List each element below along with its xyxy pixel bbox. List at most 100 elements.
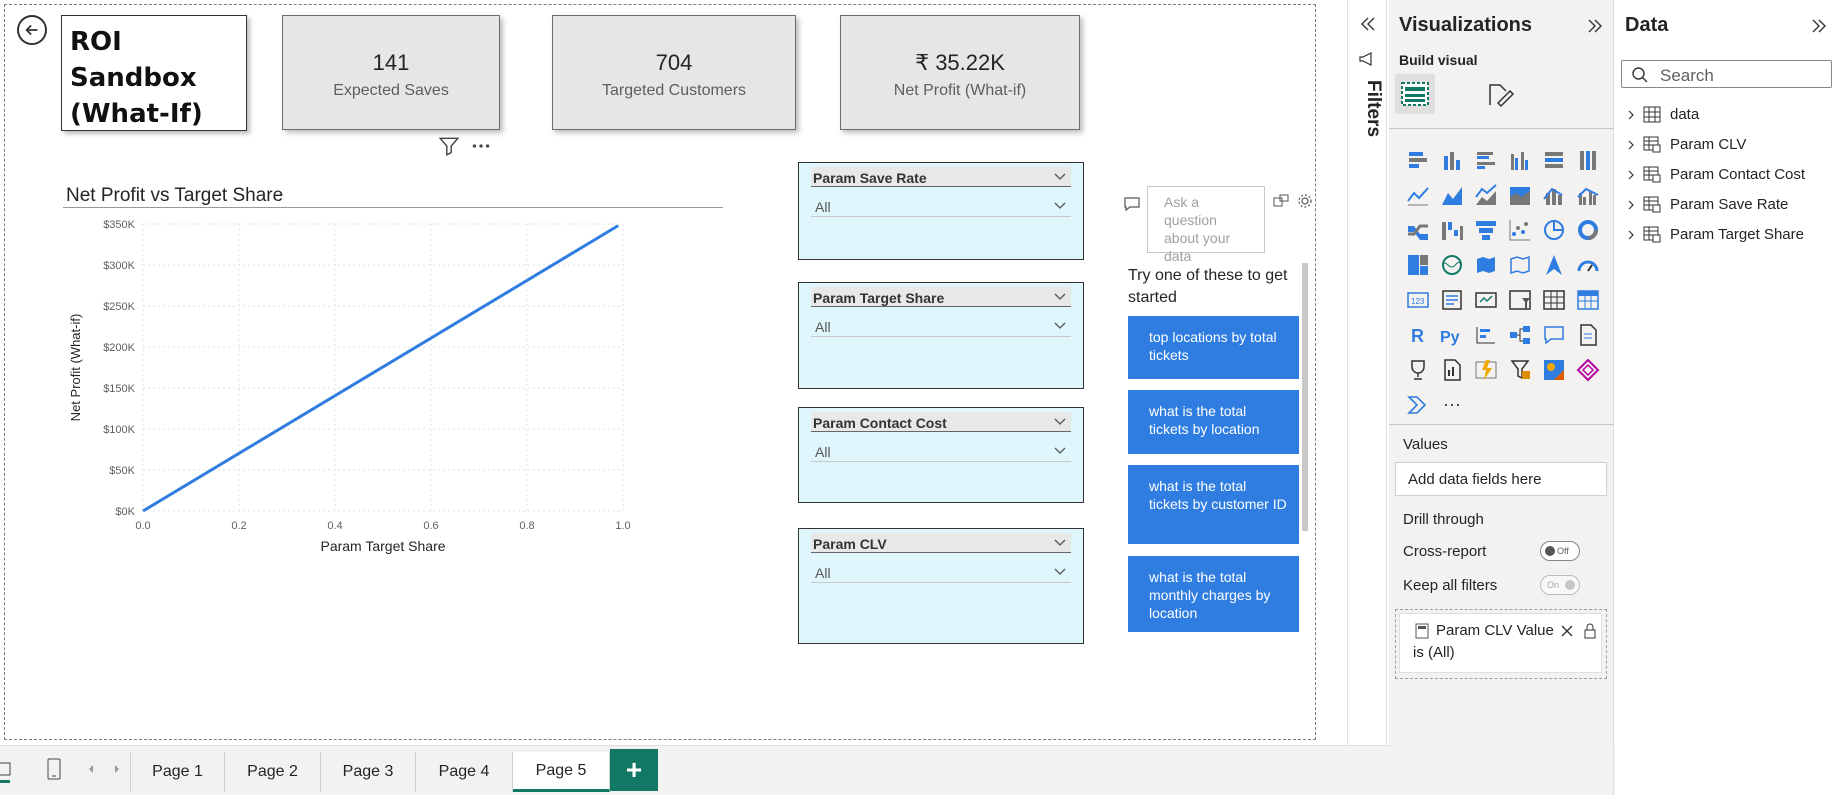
filled-map-icon[interactable] [1469, 247, 1503, 282]
page-tab-active[interactable]: Page 5 [513, 752, 610, 792]
keep-all-filters-toggle[interactable]: On [1540, 575, 1580, 595]
chevron-right-icon[interactable] [1625, 169, 1637, 181]
multi-row-card-icon[interactable] [1435, 282, 1469, 317]
build-visual-tab[interactable] [1395, 74, 1435, 114]
qa-suggestion-button[interactable]: what is the total monthly charges by loc… [1128, 556, 1299, 632]
qa-visual-icon[interactable] [1537, 317, 1571, 352]
page-tab[interactable]: Page 3 [321, 752, 416, 792]
100-stacked-bar-chart-icon[interactable] [1537, 142, 1571, 177]
stacked-bar-chart-icon[interactable] [1401, 142, 1435, 177]
chevron-right-icon[interactable] [1625, 229, 1637, 241]
stacked-column-chart-icon[interactable] [1435, 142, 1469, 177]
data-table-item[interactable]: Param CLV [1625, 135, 1825, 157]
slicer-clv[interactable]: Param CLV All [798, 528, 1084, 644]
power-apps-diamond-icon[interactable] [1571, 352, 1605, 387]
slicer-dropdown[interactable]: All [811, 195, 1071, 217]
double-chevron-left-icon[interactable] [1358, 14, 1378, 34]
desktop-layout-icon[interactable] [0, 755, 18, 783]
qa-suggestion-button[interactable]: what is the total tickets by customer ID [1128, 465, 1299, 544]
data-table-item[interactable]: Param Target Share [1625, 225, 1825, 247]
qa-suggestion-button[interactable]: top locations by total tickets [1128, 316, 1299, 379]
table-icon[interactable] [1537, 282, 1571, 317]
chevron-down-icon[interactable] [1053, 415, 1067, 429]
custom-visual-icon[interactable] [1537, 352, 1571, 387]
page-tab[interactable]: Page 1 [130, 752, 225, 792]
kpi-card-targeted-customers[interactable]: 704 Targeted Customers [552, 15, 796, 130]
scatter-chart-icon[interactable] [1503, 212, 1537, 247]
chevron-right-icon[interactable] [1625, 109, 1637, 121]
clustered-column-chart-icon[interactable] [1503, 142, 1537, 177]
page-tab[interactable]: Page 2 [225, 752, 321, 792]
power-automate-icon[interactable] [1503, 352, 1537, 387]
kpi-icon[interactable] [1469, 282, 1503, 317]
mobile-layout-icon[interactable] [42, 755, 66, 783]
ribbon-chart-icon[interactable] [1401, 212, 1435, 247]
slicer-dropdown[interactable]: All [811, 561, 1071, 583]
paginated-report-icon[interactable] [1435, 352, 1469, 387]
chevron-down-icon[interactable] [1053, 536, 1067, 550]
chevron-down-icon[interactable] [1053, 170, 1067, 184]
key-influencers-icon[interactable] [1469, 317, 1503, 352]
kpi-card-net-profit[interactable]: ₹ 35.22K Net Profit (What-if) [840, 15, 1080, 130]
page-tab[interactable]: Page 4 [416, 752, 513, 792]
double-chevron-right-icon[interactable] [1809, 16, 1829, 36]
drillthrough-filter-card[interactable]: Param CLV Value is (All) [1399, 613, 1602, 673]
funnel-chart-icon[interactable] [1469, 212, 1503, 247]
shape-map-icon[interactable] [1503, 247, 1537, 282]
matrix-icon[interactable] [1571, 282, 1605, 317]
kpi-card-expected-saves[interactable]: 141 Expected Saves [282, 15, 500, 130]
data-table-item[interactable]: Param Contact Cost [1625, 165, 1825, 187]
qa-scrollbar[interactable] [1302, 263, 1308, 531]
scroll-left-icon[interactable] [84, 755, 98, 783]
back-button[interactable] [17, 15, 47, 45]
format-visual-tab[interactable] [1481, 74, 1521, 114]
slicer-dropdown[interactable]: All [811, 315, 1071, 337]
more-visuals-icon[interactable]: ··· [1435, 387, 1469, 422]
more-options-icon[interactable] [470, 135, 492, 157]
clustered-bar-chart-icon[interactable] [1469, 142, 1503, 177]
slicer-dropdown[interactable]: All [811, 440, 1071, 462]
line-chart[interactable]: $0K $50K $100K $150K $200K $250K $300K $350K 0.0… [60, 210, 740, 630]
azure-map-icon[interactable] [1537, 247, 1571, 282]
card-icon[interactable]: 123 [1401, 282, 1435, 317]
goals-trophy-icon[interactable] [1401, 352, 1435, 387]
treemap-icon[interactable] [1401, 247, 1435, 282]
gauge-icon[interactable] [1571, 247, 1605, 282]
slicer-icon[interactable] [1503, 282, 1537, 317]
stacked-area-chart-icon[interactable] [1469, 177, 1503, 212]
pie-chart-icon[interactable] [1537, 212, 1571, 247]
100-stacked-area-chart-icon[interactable] [1503, 177, 1537, 212]
data-search-input[interactable]: Search [1621, 60, 1832, 88]
smart-narrative-icon[interactable] [1571, 317, 1605, 352]
chevron-right-icon[interactable] [1625, 139, 1637, 151]
r-visual-icon[interactable]: R [1401, 317, 1435, 352]
100-stacked-column-chart-icon[interactable] [1571, 142, 1605, 177]
python-visual-icon[interactable]: Py [1435, 317, 1469, 352]
slicer-target-share[interactable]: Param Target Share All [798, 282, 1084, 389]
filters-pane-collapsed[interactable]: Filters [1347, 0, 1387, 745]
qa-suggestion-button[interactable]: what is the total tickets by location [1128, 390, 1299, 454]
chevron-right-icon[interactable] [1625, 199, 1637, 211]
cross-report-toggle[interactable]: Off [1540, 541, 1580, 561]
scroll-right-icon[interactable] [110, 755, 124, 783]
qa-question-input[interactable]: Ask a question about your data [1147, 186, 1265, 264]
gear-icon[interactable] [1297, 193, 1313, 209]
data-table-item[interactable]: Param Save Rate [1625, 195, 1825, 217]
narrative-arrow-icon[interactable] [1401, 387, 1435, 422]
data-table-item[interactable]: data [1625, 105, 1825, 127]
power-apps-icon[interactable] [1469, 352, 1503, 387]
filter-icon[interactable] [438, 135, 460, 157]
filters-label[interactable]: Filters [1362, 80, 1384, 137]
add-page-button[interactable]: + [610, 749, 658, 791]
line-chart-icon[interactable] [1401, 177, 1435, 212]
area-chart-icon[interactable] [1435, 177, 1469, 212]
close-icon[interactable] [1560, 624, 1574, 638]
slicer-save-rate[interactable]: Param Save Rate All [798, 162, 1084, 260]
values-drop-zone[interactable]: Add data fields here [1395, 462, 1607, 496]
report-title-card[interactable]: ROI Sandbox (What-If) [61, 15, 247, 131]
line-and-stacked-column-chart-icon[interactable] [1537, 177, 1571, 212]
decomposition-tree-icon[interactable] [1503, 317, 1537, 352]
convert-visual-icon[interactable] [1273, 193, 1289, 209]
lock-icon[interactable] [1583, 623, 1597, 639]
report-canvas[interactable]: ROI Sandbox (What-If) 141 Expected Saves… [4, 4, 1316, 740]
